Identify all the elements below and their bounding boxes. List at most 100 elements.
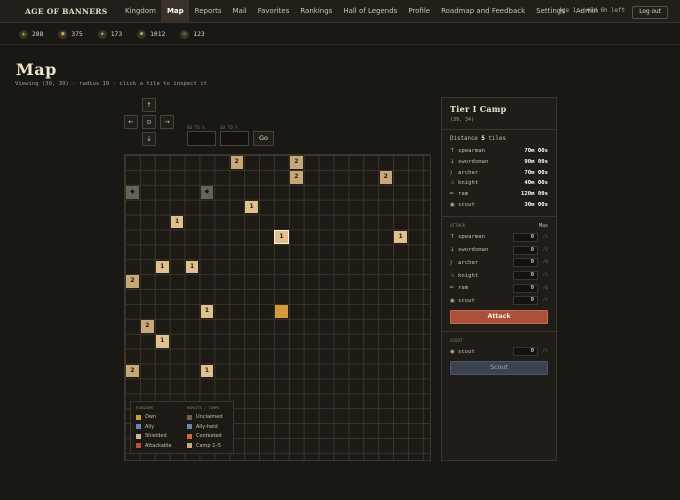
legend-label: Attackable: [145, 442, 172, 449]
pan-left-button[interactable]: ←: [124, 115, 138, 129]
pan-up-button[interactable]: ↑: [142, 98, 156, 112]
sword-icon: ↓: [450, 247, 455, 254]
unit-name: knight: [458, 180, 479, 187]
legend-label: Camp 1–5: [196, 442, 222, 449]
camp-tile[interactable]: 2: [230, 156, 243, 169]
camp-tile[interactable]: 1: [200, 305, 214, 318]
camp-tile[interactable]: 2: [290, 156, 303, 169]
attack-title: ATTACK: [450, 223, 466, 229]
legend-label: Own: [145, 414, 157, 420]
nav-link-reports[interactable]: Reports: [189, 0, 227, 23]
go-button[interactable]: Go: [253, 131, 274, 146]
travel-time: 120m 00s: [521, 191, 548, 198]
legend-item-contested: Contested: [187, 433, 222, 439]
go-y-input[interactable]: [220, 131, 249, 146]
nav-link-mail[interactable]: Mail: [227, 0, 252, 23]
divider: [442, 331, 556, 333]
unit-count-input[interactable]: 0: [513, 245, 538, 255]
nav-link-hall-of-legends[interactable]: Hall of Legends: [338, 0, 403, 23]
logout-button[interactable]: Log out: [632, 6, 668, 19]
legend-swatch: [136, 443, 141, 448]
travel-row-scout: ◉ scout 30m 00s: [450, 199, 548, 210]
nav-link-profile[interactable]: Profile: [403, 0, 436, 23]
unit-name: spearman: [458, 148, 485, 155]
unit-row-scout: ◉ scout 0/1: [450, 345, 548, 358]
attack-button[interactable]: Attack: [450, 310, 548, 325]
legend-item-shielded: Shielded: [136, 433, 167, 439]
center-button[interactable]: ⊙: [142, 115, 156, 129]
own-kingdom-tile[interactable]: [275, 305, 288, 318]
go-y-label: GO TO Y: [220, 125, 238, 130]
unit-max: /1: [542, 349, 548, 355]
knight-icon: ♘: [450, 180, 455, 187]
travel-times: ↑ spearman 70m 00s ↓ swordsman 90m 00s ⟩ archer…: [450, 146, 548, 210]
travel-row-spearman: ↑ spearman 70m 00s: [450, 146, 548, 157]
ram-icon: ━: [450, 285, 454, 292]
bow-icon: ⟩: [450, 169, 453, 176]
unit-count-input[interactable]: 0: [513, 258, 538, 268]
camp-tile[interactable]: 2: [141, 320, 154, 333]
nav-link-map[interactable]: Map: [161, 0, 190, 23]
legend-swatch: [136, 424, 141, 429]
nav-link-kingdom[interactable]: Kingdom: [119, 0, 161, 23]
unit-row-spearman: ↑ spearman 0/1: [450, 231, 548, 244]
camp-tile[interactable]: 1: [200, 364, 214, 378]
population-icon: ◎: [180, 29, 190, 39]
camp-tile[interactable]: 1: [245, 200, 258, 214]
legend-camps-title: HAMLETS / CAMPS: [187, 406, 220, 410]
legend-kingdoms-title: KINGDOMS: [136, 406, 154, 410]
legend-label: Ally: [145, 423, 155, 430]
legend-swatch: [136, 433, 141, 439]
go-x-input[interactable]: [187, 131, 216, 146]
camp-tile[interactable]: 2: [126, 364, 139, 378]
unit-row-archer: ⟩ archer 0/0: [450, 257, 548, 270]
unit-count-input[interactable]: 0: [513, 296, 538, 306]
brand-logo[interactable]: AGE OF BANNERS: [25, 7, 107, 16]
camp-tile[interactable]: 2: [379, 171, 392, 184]
camp-tile[interactable]: 1: [274, 229, 289, 245]
camp-tile[interactable]: 1: [394, 230, 407, 244]
camp-tile[interactable]: 2: [126, 275, 139, 288]
legend-item-unclaimed: Unclaimed: [187, 414, 223, 420]
scout-units: ◉ scout 0/1: [450, 345, 548, 358]
nav-links: Kingdom Map Reports Mail Favorites Rankings Ha…: [119, 0, 603, 23]
spear-icon: ↑: [450, 234, 455, 241]
unit-name: archer: [458, 169, 479, 176]
panel-coords: (39, 34): [450, 117, 475, 123]
knight-icon: ♘: [450, 272, 455, 279]
travel-row-swordsman: ↓ swordsman 90m 00s: [450, 157, 548, 168]
nav-link-rankings[interactable]: Rankings: [295, 0, 338, 23]
unit-name: spearman: [458, 234, 485, 241]
resource-value: 173: [110, 30, 123, 38]
scout-section-header: SCOUT: [450, 338, 548, 343]
tile-inspector-panel: Tier I Camp (39, 34) Distance 5 tiles ↑ s…: [441, 97, 557, 461]
unit-count-input[interactable]: 0: [513, 232, 538, 242]
camp-tile[interactable]: 2: [290, 171, 303, 184]
unclaimed-camp-tile[interactable]: ◆: [200, 186, 214, 199]
resource-item: ▲ 288: [19, 29, 43, 39]
camp-tile[interactable]: 1: [156, 335, 169, 348]
divider: [442, 216, 556, 218]
eye-icon: ◉: [450, 297, 455, 304]
nav-link-favorites[interactable]: Favorites: [252, 0, 295, 23]
scout-button[interactable]: Scout: [450, 360, 548, 375]
unit-max: /1: [542, 273, 548, 279]
nav-link-roadmap-and-feedback[interactable]: Roadmap and Feedback: [436, 0, 531, 23]
unit-name: scout: [458, 348, 475, 355]
unclaimed-camp-tile[interactable]: ◆: [126, 186, 139, 199]
camp-tile[interactable]: 1: [170, 215, 184, 229]
unit-name: swordsman: [458, 159, 489, 166]
camp-tile[interactable]: 1: [185, 260, 199, 273]
pan-down-button[interactable]: ↓: [142, 132, 156, 146]
legend-swatch: [187, 443, 192, 448]
panel-title: Tier I Camp: [450, 104, 507, 114]
unit-count-input[interactable]: 0: [513, 271, 538, 281]
unit-count-input[interactable]: 0: [513, 347, 538, 357]
unit-count-input[interactable]: 0: [513, 283, 538, 293]
legend-label: Unclaimed: [196, 414, 223, 420]
pan-right-button[interactable]: →: [160, 115, 174, 129]
legend-item-ally-held: Ally-held: [187, 424, 218, 430]
viewing-info: Viewing (39, 39) · radius 10 · click a t…: [15, 81, 207, 87]
travel-time: 70m 00s: [524, 169, 548, 176]
camp-tile[interactable]: 1: [156, 260, 169, 273]
